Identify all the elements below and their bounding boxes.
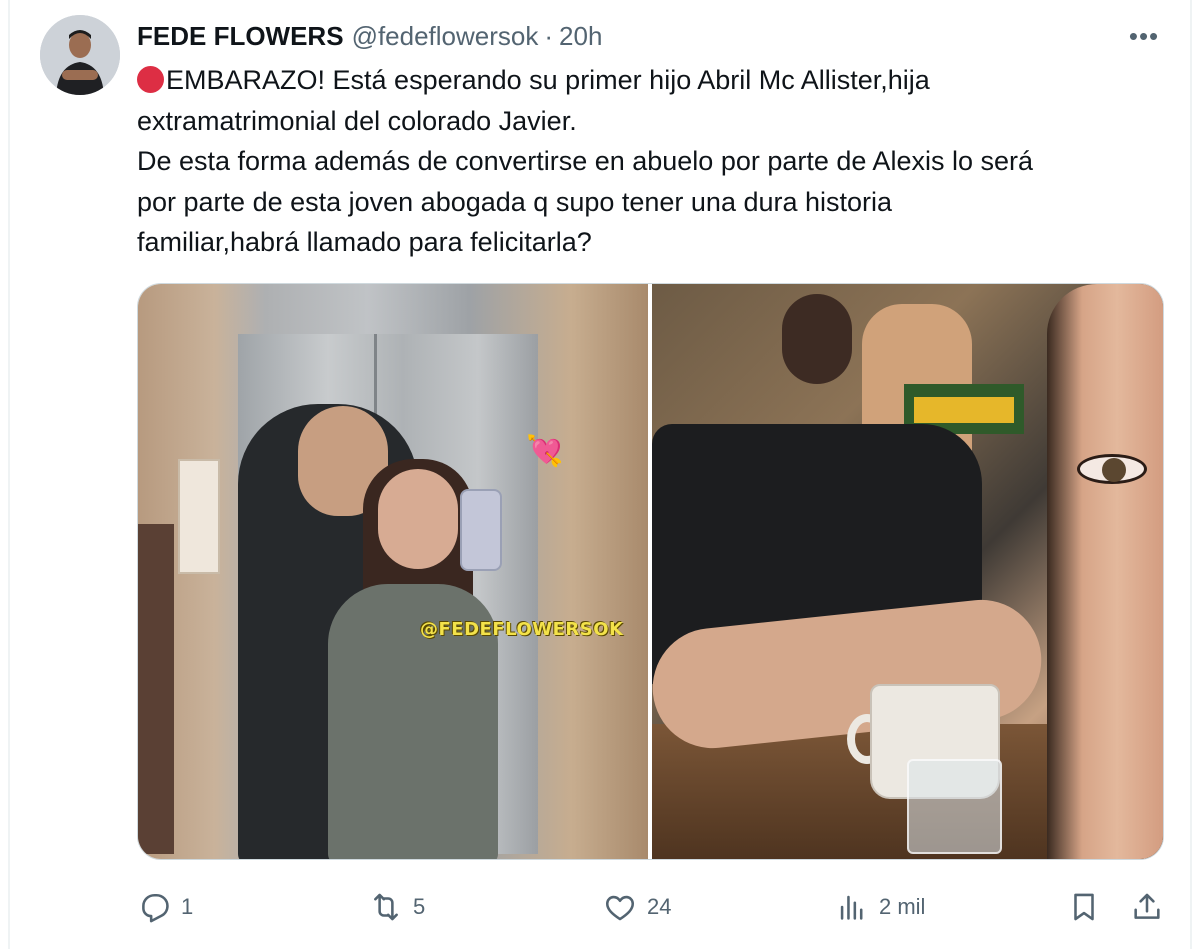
tweet-text-line: extramatrimonial del colorado Javier. <box>137 105 577 136</box>
reply-button[interactable]: 1 <box>137 885 193 929</box>
avatar[interactable] <box>40 15 120 95</box>
reply-count: 1 <box>181 894 194 919</box>
tweet-text-line: familiar,habrá llamado para felicitarla? <box>137 227 592 257</box>
like-button[interactable]: 24 <box>603 885 671 929</box>
woman-eye-iris <box>1102 458 1126 482</box>
red-circle-icon <box>137 66 164 93</box>
bookmark-button[interactable] <box>1067 885 1101 929</box>
reply-icon <box>137 890 171 924</box>
tweet-text-line: EMBARAZO! Está esperando su primer hijo … <box>137 60 1137 101</box>
share-icon <box>1130 890 1164 924</box>
views-count: 2 mil <box>879 894 926 919</box>
media-photo-cafe[interactable] <box>652 284 1163 859</box>
timestamp[interactable]: 20h <box>559 21 602 52</box>
tweet-header: FEDE FLOWERS @fedeflowersok · 20h <box>137 18 602 54</box>
media-photo-elevator[interactable]: 💘 @FEDEFLOWERSOK <box>138 284 648 859</box>
share-button[interactable] <box>1130 885 1164 929</box>
like-count: 24 <box>647 894 672 919</box>
tweet-media: 💘 @FEDEFLOWERSOK <box>137 283 1164 860</box>
background-person <box>782 294 852 384</box>
chair-label <box>914 397 1014 423</box>
woman-head <box>378 469 458 569</box>
tweet-text: EMBARAZO! Está esperando su primer hijo … <box>137 60 1137 263</box>
display-name[interactable]: FEDE FLOWERS <box>137 21 344 52</box>
heart-sticker-icon: 💘 <box>526 435 564 468</box>
repost-button[interactable]: 5 <box>369 885 425 929</box>
tweet-actions: 1 5 24 2 mil <box>137 885 1164 929</box>
views-icon <box>835 890 869 924</box>
views-button[interactable]: 2 mil <box>835 885 925 929</box>
elevator-panel <box>138 524 174 854</box>
bookmark-icon <box>1067 890 1101 924</box>
tweet-text-line: por parte de esta joven abogada q supo t… <box>137 186 893 217</box>
photo-watermark: @FEDEFLOWERSOK <box>420 619 624 640</box>
more-button[interactable]: ••• <box>1124 20 1164 52</box>
repost-icon <box>369 890 403 924</box>
woman-face <box>1047 284 1163 859</box>
water-glass <box>907 759 1002 854</box>
timeline-border-left <box>8 0 10 949</box>
user-handle[interactable]: @fedeflowersok <box>352 21 539 52</box>
elevator-sign <box>178 459 220 574</box>
like-icon <box>603 890 637 924</box>
timeline-border-right <box>1190 0 1192 949</box>
avatar-portrait <box>40 15 120 95</box>
separator-dot: · <box>544 20 554 51</box>
repost-count: 5 <box>413 894 426 919</box>
phone <box>460 489 502 571</box>
tweet-text-line: De esta forma además de convertirse en a… <box>137 146 1033 176</box>
more-icon: ••• <box>1128 20 1160 51</box>
